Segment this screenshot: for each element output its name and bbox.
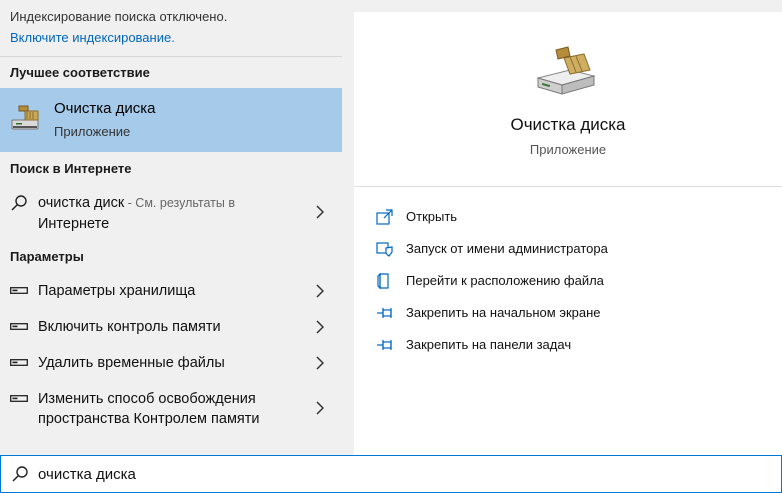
open-icon xyxy=(376,209,393,225)
best-match-item[interactable]: Очистка диска Приложение xyxy=(0,88,342,152)
action-label: Закрепить на панели задач xyxy=(406,337,572,352)
divider xyxy=(354,186,782,187)
search-icon xyxy=(11,195,27,211)
preview-title: Очистка диска xyxy=(510,115,626,134)
search-bar xyxy=(0,455,782,493)
settings-header: Параметры xyxy=(10,249,84,264)
divider xyxy=(0,56,342,57)
disk-cleanup-icon xyxy=(11,105,39,130)
action-label: Открыть xyxy=(406,209,458,224)
settings-item-temp-files[interactable]: Удалить временные файлы xyxy=(0,350,342,376)
settings-item-label: Удалить временные файлы xyxy=(38,355,225,371)
enable-indexing-link[interactable]: Включите индексирование. xyxy=(10,30,175,45)
action-label: Перейти к расположению файла xyxy=(406,273,604,288)
chevron-right-icon xyxy=(316,284,324,298)
preview-pane: Очистка диска Приложение Открыть Запуск … xyxy=(354,12,782,455)
indexing-notice: Индексирование поиска отключено. xyxy=(10,9,228,24)
chevron-right-icon xyxy=(316,401,324,415)
storage-icon xyxy=(10,287,28,294)
results-panel: Индексирование поиска отключено. Включит… xyxy=(0,0,342,455)
web-search-header: Поиск в Интернете xyxy=(10,161,132,176)
chevron-right-icon xyxy=(316,320,324,334)
storage-icon xyxy=(10,395,28,402)
settings-item-storage-sense[interactable]: Включить контроль памяти xyxy=(0,314,342,340)
settings-item-label: Включить контроль памяти xyxy=(38,319,221,335)
best-match-title: Очистка диска xyxy=(54,100,156,117)
pin-icon xyxy=(377,308,392,318)
web-suffix-line2: Интернете xyxy=(38,216,110,232)
web-search-item[interactable]: очистка диск - См. результаты в Интернет… xyxy=(0,186,342,238)
settings-item-label-line2: пространства Контролем памяти xyxy=(38,411,260,427)
best-match-subtitle: Приложение xyxy=(54,124,131,139)
chevron-right-icon xyxy=(316,205,324,219)
shield-icon xyxy=(376,242,393,257)
web-suffix: - См. результаты в xyxy=(124,196,235,210)
storage-icon xyxy=(10,323,28,330)
settings-item-storage[interactable]: Параметры хранилища xyxy=(0,278,342,304)
storage-icon xyxy=(10,359,28,366)
file-location-icon xyxy=(377,273,389,289)
best-match-header: Лучшее соответствие xyxy=(10,65,150,80)
disk-cleanup-icon xyxy=(536,46,596,95)
web-query: очистка диск xyxy=(38,195,125,211)
settings-item-label: Изменить способ освобождения xyxy=(38,391,256,407)
search-icon xyxy=(12,466,28,482)
search-input[interactable] xyxy=(38,462,738,486)
chevron-right-icon xyxy=(316,356,324,370)
settings-item-change-storage-sense[interactable]: Изменить способ освобождения пространств… xyxy=(0,386,342,432)
preview-pane-container: Очистка диска Приложение Открыть Запуск … xyxy=(342,0,782,455)
action-label: Запуск от имени администратора xyxy=(406,241,608,256)
preview-subtitle: Приложение xyxy=(529,142,607,157)
pin-icon xyxy=(377,340,392,350)
action-label: Закрепить на начальном экране xyxy=(406,305,601,320)
settings-item-label: Параметры хранилища xyxy=(38,283,196,299)
